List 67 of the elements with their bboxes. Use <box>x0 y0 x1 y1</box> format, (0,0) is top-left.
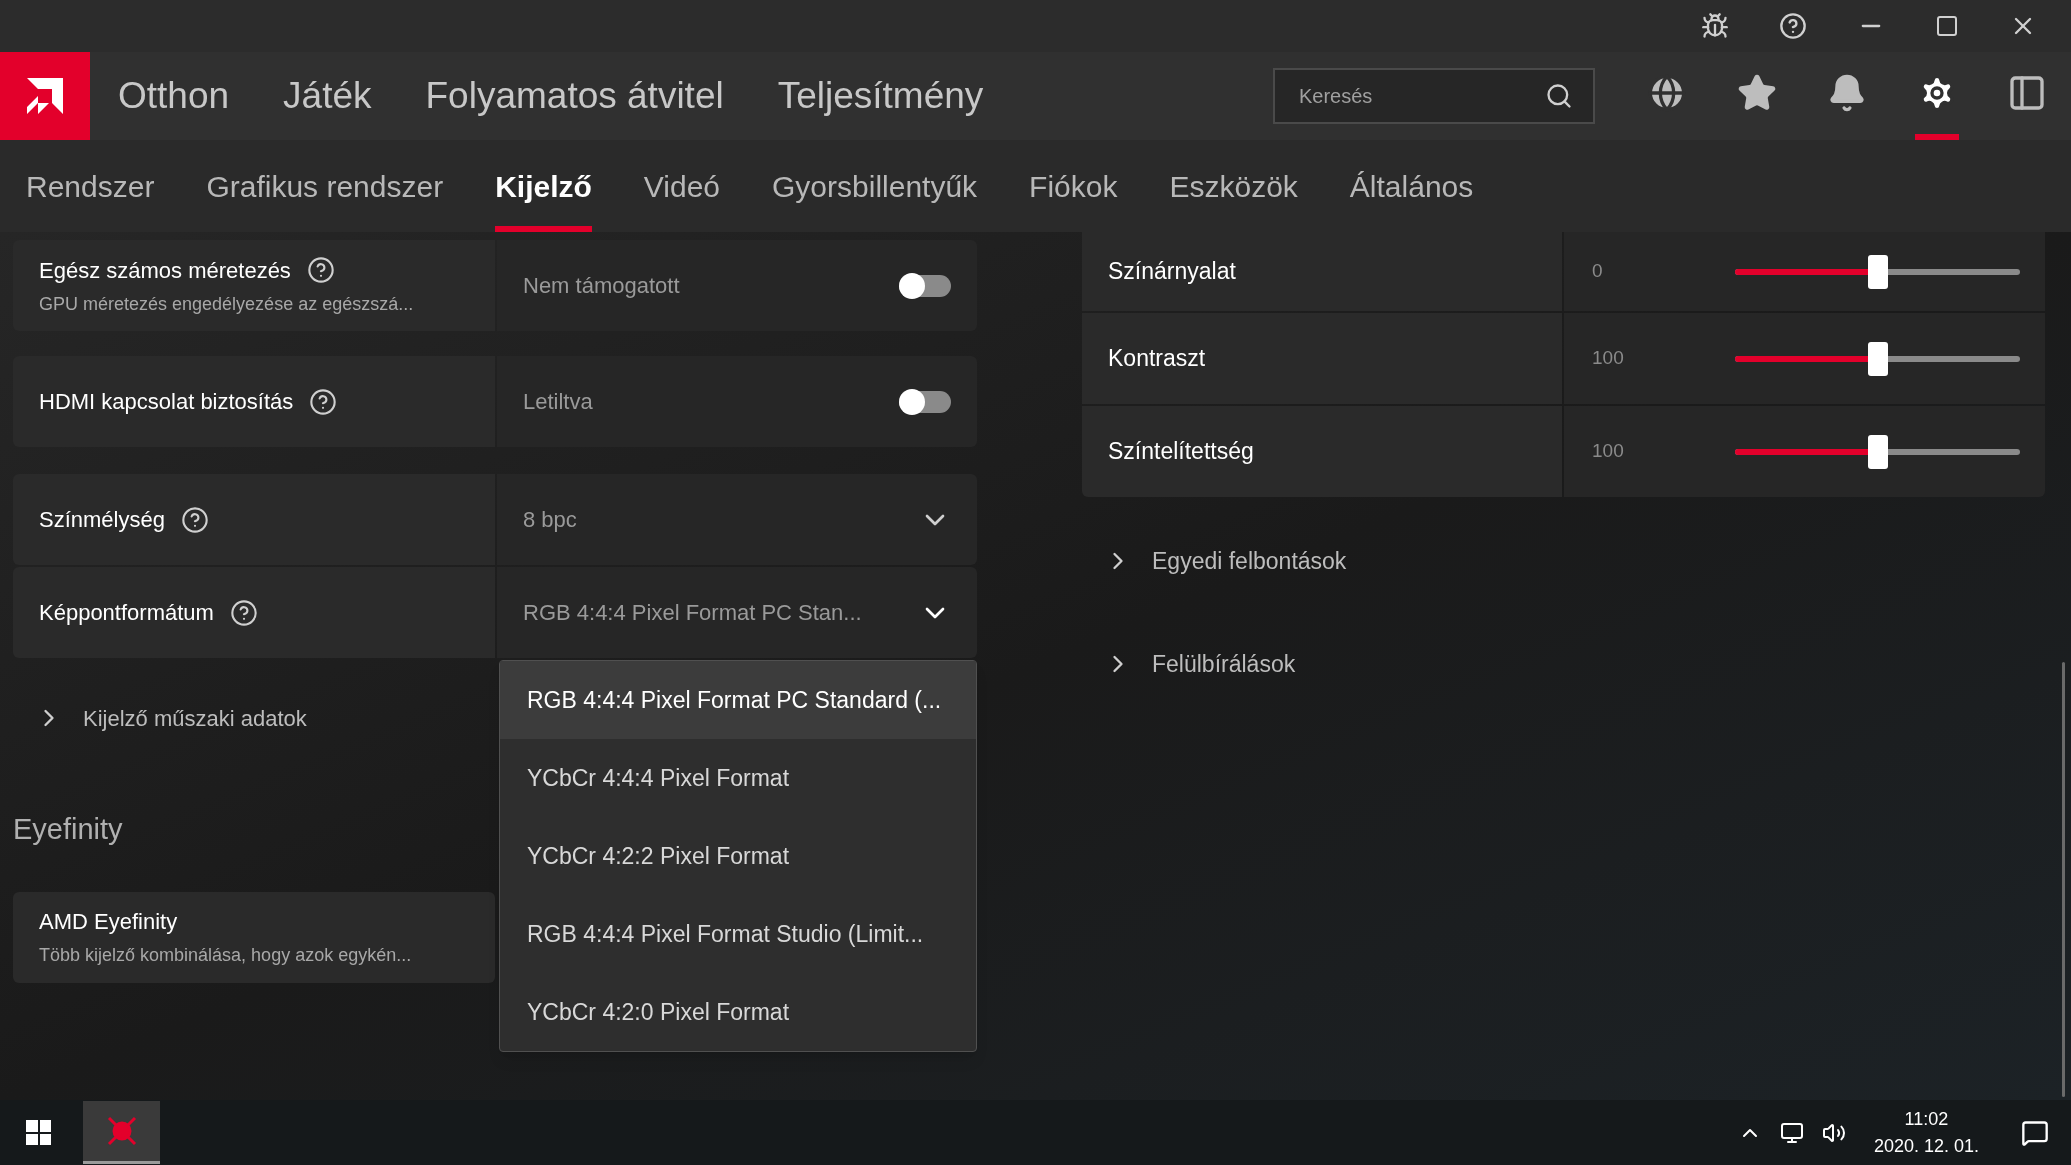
setting-value: RGB 4:4:4 Pixel Format PC Stan... <box>523 599 862 627</box>
tab[interactable]: Általános <box>1349 140 1474 232</box>
slider-thumb[interactable] <box>1867 341 1888 376</box>
notification-icon[interactable] <box>2021 1118 2049 1147</box>
expander-label[interactable]: Felülbírálások <box>1152 646 1296 682</box>
dropdown-option[interactable]: RGB 4:4:4 Pixel Format Studio (Limit... <box>500 895 976 973</box>
dropdown-option[interactable]: YCbCr 4:2:0 Pixel Format <box>500 973 976 1051</box>
taskbar-app[interactable] <box>83 1101 160 1164</box>
expander-label[interactable]: Kijelző műszaki adatok <box>83 701 307 735</box>
nav-link[interactable]: Folyamatos átvitel <box>425 68 724 124</box>
setting-value-panel[interactable]: Letiltva <box>497 356 977 447</box>
setting-value: Nem támogatott <box>523 272 680 300</box>
eyefinity-card[interactable]: AMD Eyefinity Több kijelző kombinálása, hogy azok egykén... <box>13 891 495 983</box>
help-icon[interactable] <box>1779 12 1807 40</box>
slider-reading: 100 <box>1592 346 1625 371</box>
help-icon[interactable] <box>180 505 209 534</box>
section-heading: Eyefinity <box>13 812 124 847</box>
slider-track[interactable] <box>1735 341 2020 376</box>
tab[interactable]: Rendszer <box>26 140 155 232</box>
slider-track[interactable] <box>1735 254 2020 289</box>
setting-label: Színmélység <box>39 506 165 534</box>
bug-icon[interactable] <box>1701 12 1729 40</box>
setting-label: AMD Eyefinity <box>39 908 179 936</box>
search-field[interactable]: Keresés <box>1273 68 1595 124</box>
setting-label: Színárnyalat <box>1108 257 1236 287</box>
dropdown-option[interactable]: YCbCr 4:4:4 Pixel Format <box>500 739 976 817</box>
dropdown-option[interactable]: YCbCr 4:2:2 Pixel Format <box>500 817 976 895</box>
setting-value-panel[interactable]: RGB 4:4:4 Pixel Format PC Stan... <box>497 567 977 658</box>
nav-link[interactable]: Teljesítmény <box>777 68 984 124</box>
slider-reading: 100 <box>1592 439 1625 464</box>
windows-start-icon[interactable] <box>26 1120 51 1145</box>
maximize-icon[interactable] <box>1935 14 1959 38</box>
tab[interactable]: Fiókok <box>1029 140 1118 232</box>
setting-value: Letiltva <box>523 388 593 416</box>
logo[interactable] <box>0 52 90 140</box>
tab[interactable]: Grafikus rendszer <box>206 140 444 232</box>
setting-label: Színtelítettség <box>1108 437 1254 467</box>
toggle-switch[interactable] <box>899 390 951 413</box>
tab[interactable]: Videó <box>643 140 721 232</box>
clock-date[interactable]: 2020. 12. 01. <box>1873 1132 1979 1160</box>
tab[interactable]: Eszközök <box>1169 140 1298 232</box>
help-icon[interactable] <box>229 598 258 627</box>
search-icon[interactable] <box>1545 82 1573 110</box>
setting-value-panel[interactable]: Nem támogatott <box>497 240 977 331</box>
setting-label: HDMI kapcsolat biztosítás <box>39 388 294 416</box>
setting-label: Kontraszt <box>1108 344 1206 374</box>
tab[interactable]: Gyorsbillentyűk <box>772 140 978 232</box>
expander-label[interactable]: Egyedi felbontások <box>1152 543 1347 579</box>
network-icon[interactable] <box>1779 1120 1804 1145</box>
slider-thumb[interactable] <box>1867 434 1888 469</box>
scrollbar[interactable] <box>2062 662 2065 1097</box>
nav-link[interactable]: Játék <box>283 68 372 124</box>
setting-description: Több kijelző kombinálása, hogy azok egykén... <box>39 944 413 967</box>
dropdown-option[interactable]: RGB 4:4:4 Pixel Format PC Standard (... <box>500 661 976 739</box>
slider-track[interactable] <box>1735 434 2020 469</box>
setting-value-panel[interactable]: 8 bpc <box>497 474 977 565</box>
setting-description: GPU méretezés engedélyezése az egészszá... <box>39 292 415 316</box>
clock-time[interactable]: 11:02 <box>1904 1105 1949 1133</box>
help-icon[interactable] <box>309 387 338 416</box>
setting-label: Képpontformátum <box>39 599 214 627</box>
setting-value: 8 bpc <box>523 506 577 534</box>
slider-reading: 0 <box>1592 259 1604 284</box>
toggle-switch[interactable] <box>899 274 951 297</box>
help-icon[interactable] <box>306 256 335 284</box>
setting-label: Egész számos méretezés <box>39 256 291 285</box>
nav-link[interactable]: Otthon <box>118 68 230 124</box>
slider-thumb[interactable] <box>1867 254 1888 289</box>
